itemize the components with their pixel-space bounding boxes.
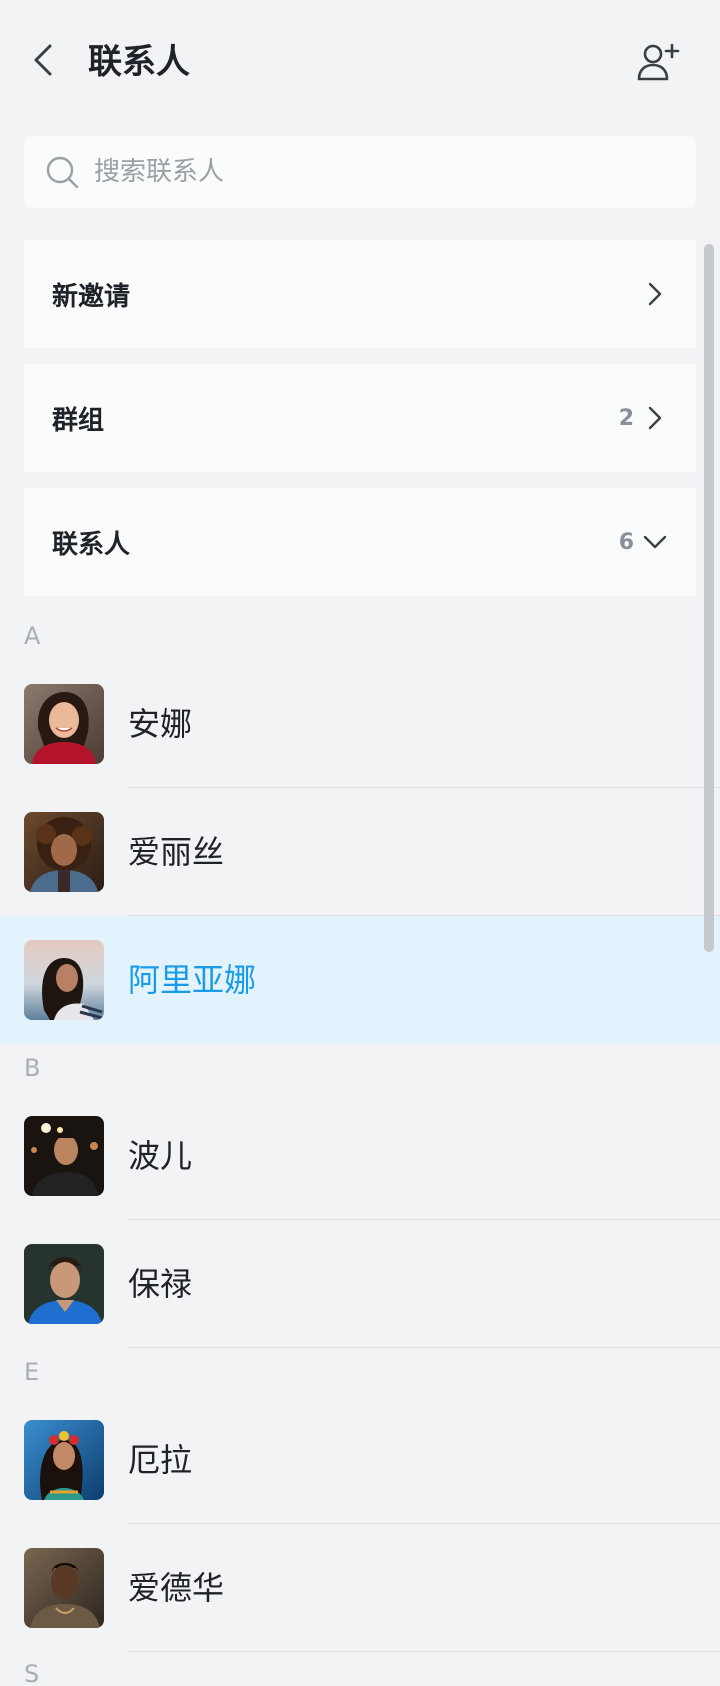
menu-count: 6	[618, 529, 634, 555]
section-letter-s: S	[24, 1660, 40, 1686]
row-divider	[128, 1347, 720, 1348]
contact-row[interactable]: 波儿	[0, 1092, 720, 1220]
contact-row[interactable]: 爱德华	[0, 1524, 720, 1652]
row-divider	[128, 1651, 720, 1652]
contact-row[interactable]: 安娜	[0, 660, 720, 788]
contact-name: 保禄	[128, 1265, 193, 1303]
avatar	[24, 1244, 104, 1324]
contact-row[interactable]: 厄拉	[0, 1396, 720, 1524]
menu-contacts[interactable]: 联系人 6	[24, 488, 696, 596]
section-letter-a: A	[24, 622, 41, 650]
chevron-right-icon	[640, 279, 670, 309]
back-button[interactable]	[24, 36, 64, 84]
contact-name: 波儿	[128, 1137, 193, 1175]
menu-label: 群组	[52, 405, 105, 436]
section-letter-b: B	[24, 1054, 41, 1082]
menu-label: 联系人	[52, 529, 131, 560]
chevron-right-icon	[640, 403, 670, 433]
page-title: 联系人	[88, 42, 190, 82]
contact-row-selected[interactable]: 阿里亚娜	[0, 916, 720, 1044]
menu-groups[interactable]: 群组 2	[24, 364, 696, 472]
contact-name: 安娜	[128, 705, 193, 743]
contact-name: 爱德华	[128, 1569, 225, 1607]
header: 联系人	[0, 0, 720, 124]
contacts-page: 联系人 新邀请 群组 2	[0, 0, 720, 1686]
avatar	[24, 940, 104, 1020]
search-bar[interactable]	[24, 136, 696, 208]
avatar	[24, 812, 104, 892]
avatar	[24, 1420, 104, 1500]
menu-count: 2	[618, 405, 634, 431]
menu-label: 新邀请	[52, 281, 131, 312]
avatar	[24, 1548, 104, 1628]
chevron-left-icon	[34, 44, 52, 76]
chevron-down-icon	[640, 527, 670, 557]
avatar	[24, 1116, 104, 1196]
section-letter-e: E	[24, 1358, 40, 1386]
contact-name: 阿里亚娜	[128, 961, 257, 999]
menu-new-invites[interactable]: 新邀请	[24, 240, 696, 348]
search-input[interactable]	[92, 156, 656, 188]
contact-name: 爱丽丝	[128, 833, 225, 871]
contact-row[interactable]: 保禄	[0, 1220, 720, 1348]
add-user-icon	[637, 43, 680, 81]
contact-row[interactable]: 爱丽丝	[0, 788, 720, 916]
avatar	[24, 684, 104, 764]
contact-name: 厄拉	[128, 1441, 193, 1479]
search-icon	[44, 154, 80, 190]
scrollbar[interactable]	[704, 244, 714, 952]
add-contact-button[interactable]	[634, 38, 682, 86]
